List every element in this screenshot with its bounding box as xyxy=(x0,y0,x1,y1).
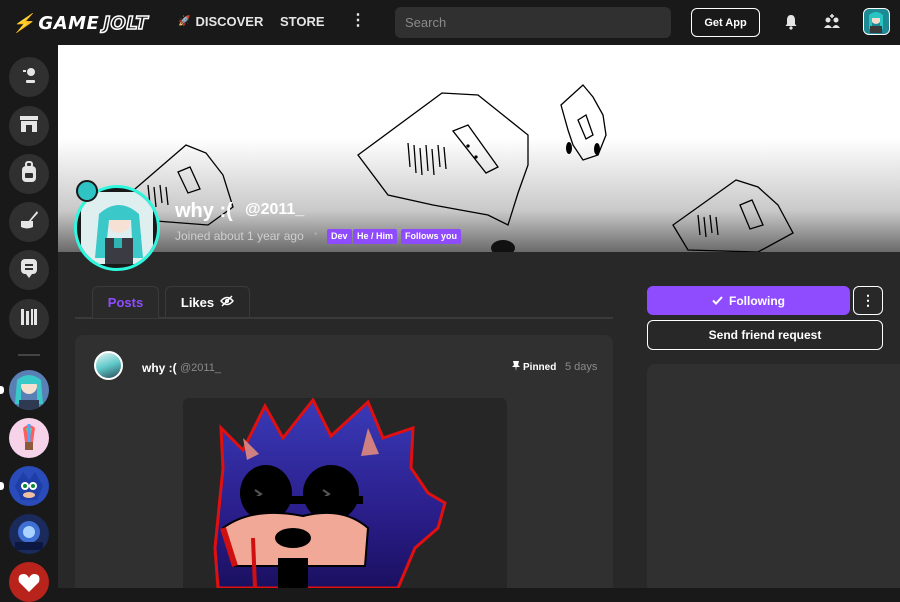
get-app-button[interactable]: Get App xyxy=(691,8,760,37)
profile-more-icon[interactable]: ⋮ xyxy=(853,286,883,315)
sidebar-chat[interactable] xyxy=(9,250,49,290)
joltydex-icon xyxy=(19,65,39,90)
logo-jolt-text: JOLT xyxy=(103,12,149,35)
tag-follows-you: Follows you xyxy=(401,229,462,244)
rocket-icon: 🚀 xyxy=(178,16,191,27)
profile-side-panel xyxy=(647,364,900,588)
backpack-icon xyxy=(20,160,38,188)
send-friend-request-button[interactable]: Send friend request xyxy=(647,320,883,350)
friends-icon[interactable] xyxy=(822,12,842,32)
tab-posts-label: Posts xyxy=(107,295,144,310)
pinned-badge: Pinned xyxy=(512,361,556,374)
sidebar-game-4[interactable] xyxy=(9,514,49,554)
bolt-icon: ⚡ xyxy=(12,12,35,33)
more-menu-icon[interactable]: ⋮ xyxy=(350,10,366,30)
active-indicator xyxy=(0,386,4,394)
sidebar-game-3[interactable] xyxy=(9,466,49,506)
avatar-frame-badge xyxy=(76,180,98,202)
sidebar-library[interactable] xyxy=(9,299,49,339)
post-image[interactable] xyxy=(183,398,507,588)
tag-pronouns: He / Him xyxy=(353,229,398,244)
user-avatar[interactable] xyxy=(863,8,890,35)
unread-indicator xyxy=(0,482,4,490)
nav-store[interactable]: STORE xyxy=(280,14,325,29)
profile-avatar-image xyxy=(81,192,153,264)
sidebar-game-1[interactable] xyxy=(9,370,49,410)
logo-game-text: GAME xyxy=(38,12,100,34)
check-icon xyxy=(712,294,723,308)
hidden-icon xyxy=(220,295,235,310)
sidebar-game-2[interactable] xyxy=(9,418,49,458)
library-icon xyxy=(19,307,39,332)
post-drawing xyxy=(213,398,447,588)
tab-likes-label: Likes xyxy=(180,295,215,310)
quill-icon xyxy=(18,209,40,236)
bell-icon[interactable] xyxy=(781,12,801,32)
store-icon xyxy=(18,114,40,139)
sidebar-backpack[interactable] xyxy=(9,154,49,194)
top-bar: ⚡ GAME JOLT 🚀 DISCOVER STORE ⋮ Get App xyxy=(0,0,900,45)
sidebar-game-5[interactable] xyxy=(9,562,49,602)
pin-icon xyxy=(512,361,520,374)
left-sidebar xyxy=(0,45,58,602)
sidebar-quests[interactable] xyxy=(9,202,49,242)
post-author-handle[interactable]: @2011_ xyxy=(180,362,221,374)
sidebar-store[interactable] xyxy=(9,106,49,146)
joined-date: Joined about 1 year ago xyxy=(175,229,304,243)
nav-store-label: STORE xyxy=(280,14,325,29)
post-author-name[interactable]: why :( xyxy=(142,361,177,375)
separator-dot: • xyxy=(314,229,318,240)
tab-likes[interactable]: Likes xyxy=(165,286,250,318)
profile-handle: @2011_ xyxy=(245,201,305,218)
tab-posts[interactable]: Posts xyxy=(92,286,159,318)
search-input[interactable] xyxy=(395,7,671,38)
pinned-label: Pinned xyxy=(523,362,557,373)
tag-dev: Dev xyxy=(327,229,352,244)
nav-discover-label: DISCOVER xyxy=(195,14,264,29)
post-time[interactable]: 5 days xyxy=(565,361,597,373)
gamejolt-logo[interactable]: ⚡ GAME JOLT xyxy=(12,12,149,35)
following-button[interactable]: Following xyxy=(647,286,850,315)
following-label: Following xyxy=(729,293,785,308)
sidebar-divider xyxy=(18,354,40,356)
chat-icon xyxy=(19,257,39,284)
profile-name: why :( xyxy=(175,200,233,222)
sidebar-home[interactable] xyxy=(9,57,49,97)
nav-discover[interactable]: 🚀 DISCOVER xyxy=(178,14,263,29)
post-author-avatar[interactable] xyxy=(94,351,123,380)
